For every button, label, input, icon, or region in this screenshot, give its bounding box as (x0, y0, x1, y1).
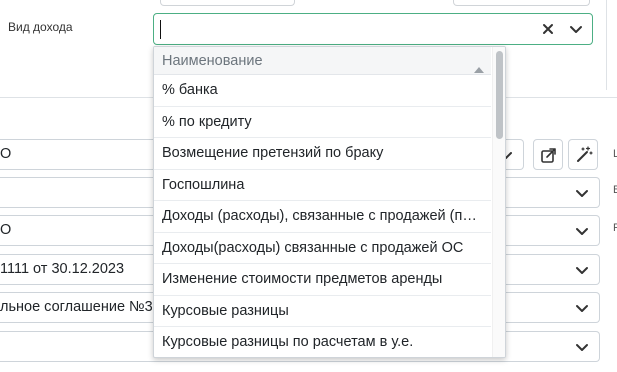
chevron-down-icon[interactable] (573, 261, 591, 279)
income-type-dropdown[interactable]: Наименование % банка % по кредиту Возмещ… (153, 46, 506, 358)
open-card-button[interactable] (533, 139, 563, 170)
top-field-cap-right (453, 0, 590, 6)
field-value: О (0, 222, 12, 238)
chevron-down-icon[interactable] (573, 299, 591, 317)
list-item[interactable]: % банка (154, 75, 491, 107)
chevron-down-icon[interactable] (573, 184, 591, 202)
scrollbar-thumb[interactable] (496, 51, 503, 139)
dropdown-list: % банка % по кредиту Возмещение претензи… (154, 75, 491, 357)
chevron-down-icon[interactable] (566, 19, 586, 39)
list-item[interactable]: % по кредиту (154, 107, 491, 138)
list-item[interactable]: Госпошлина (154, 170, 491, 201)
open-link-icon (541, 148, 556, 163)
list-item[interactable]: Возмещение претензий по браку (154, 138, 491, 170)
income-type-label: Вид дохода (8, 20, 73, 34)
field-value: О (0, 146, 12, 162)
list-item[interactable]: Доходы(расходы) связанные с продажей ОС (154, 233, 491, 264)
top-field-cap-left (160, 0, 295, 6)
field-value: льное соглашение №3 (0, 299, 153, 315)
list-item[interactable]: Курсовые разницы (154, 296, 491, 327)
column-header[interactable]: Наименование (154, 47, 491, 75)
magic-wand-button[interactable] (568, 139, 598, 170)
text-cursor (160, 20, 161, 39)
clipped-label-fragment: Р (613, 222, 617, 234)
magic-wand-icon (577, 146, 593, 162)
field-value: 1111 от 30.12.2023 (0, 261, 125, 277)
list-item[interactable]: Доходы (расходы), связанные с продажей (… (154, 201, 491, 233)
side-panel-border (606, 0, 607, 90)
list-item[interactable]: Изменение стоимости предметов аренды (154, 264, 491, 296)
income-type-select[interactable] (153, 13, 593, 45)
column-header-label: Наименование (162, 53, 263, 69)
clipped-label-fragment: В (613, 184, 617, 196)
list-item[interactable]: Курсовые разницы по расчетам в у.е. (154, 327, 491, 357)
close-icon[interactable] (538, 19, 558, 39)
clipped-label-fragment: Ц (613, 148, 617, 160)
scrollbar[interactable] (492, 47, 505, 357)
chevron-down-icon[interactable] (573, 222, 591, 240)
chevron-down-icon[interactable] (573, 338, 591, 356)
